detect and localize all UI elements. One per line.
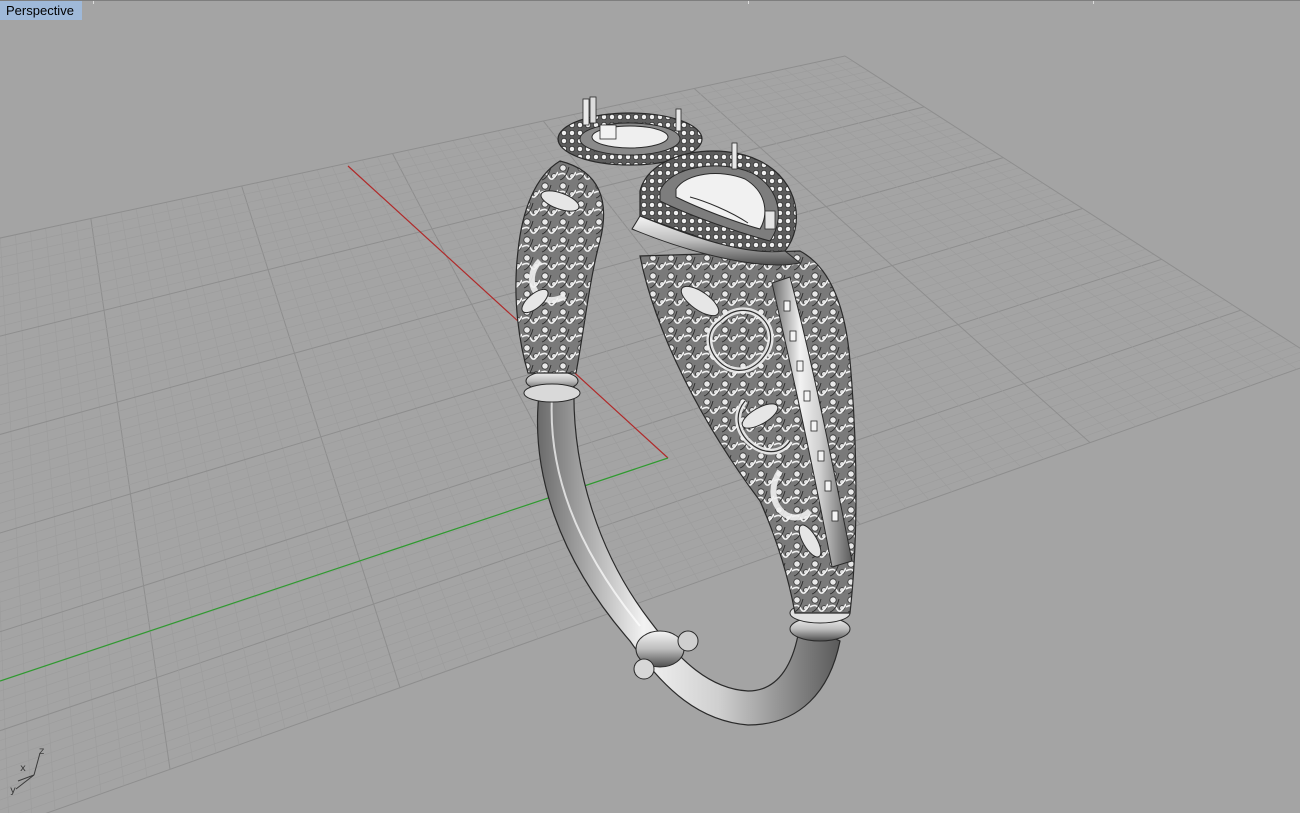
grid-line <box>0 320 1257 751</box>
grid-line <box>814 62 1275 378</box>
grid-line <box>0 596 9 813</box>
grid-line <box>0 304 1234 722</box>
grid-line <box>0 279 1194 672</box>
grid-line <box>0 314 1249 741</box>
grid-line <box>844 55 1300 349</box>
grid-line <box>18 359 1300 813</box>
grid-line <box>784 68 1229 394</box>
perspective-viewport[interactable]: Perspective z x y <box>0 0 1300 813</box>
grid-line <box>829 58 1298 370</box>
grid-line <box>0 325 1265 761</box>
grid-line <box>0 309 1241 732</box>
gizmo-x-label: x <box>20 763 26 774</box>
gizmo-y-label: y <box>10 785 16 796</box>
grid-line <box>0 351 1300 811</box>
gizmo-z-label: z <box>39 746 44 757</box>
grid-line <box>0 340 1289 791</box>
world-axis-gizmo: z x y <box>10 746 44 796</box>
grid-line <box>0 274 1186 662</box>
construction-grid <box>0 55 1300 813</box>
viewport-canvas[interactable] <box>0 1 1300 813</box>
rear-halo-setting <box>557 96 703 166</box>
viewport-title-tab[interactable]: Perspective <box>0 1 82 20</box>
grid-line <box>0 335 1281 781</box>
grid-line <box>0 289 1210 692</box>
ring-model[interactable] <box>515 96 857 726</box>
